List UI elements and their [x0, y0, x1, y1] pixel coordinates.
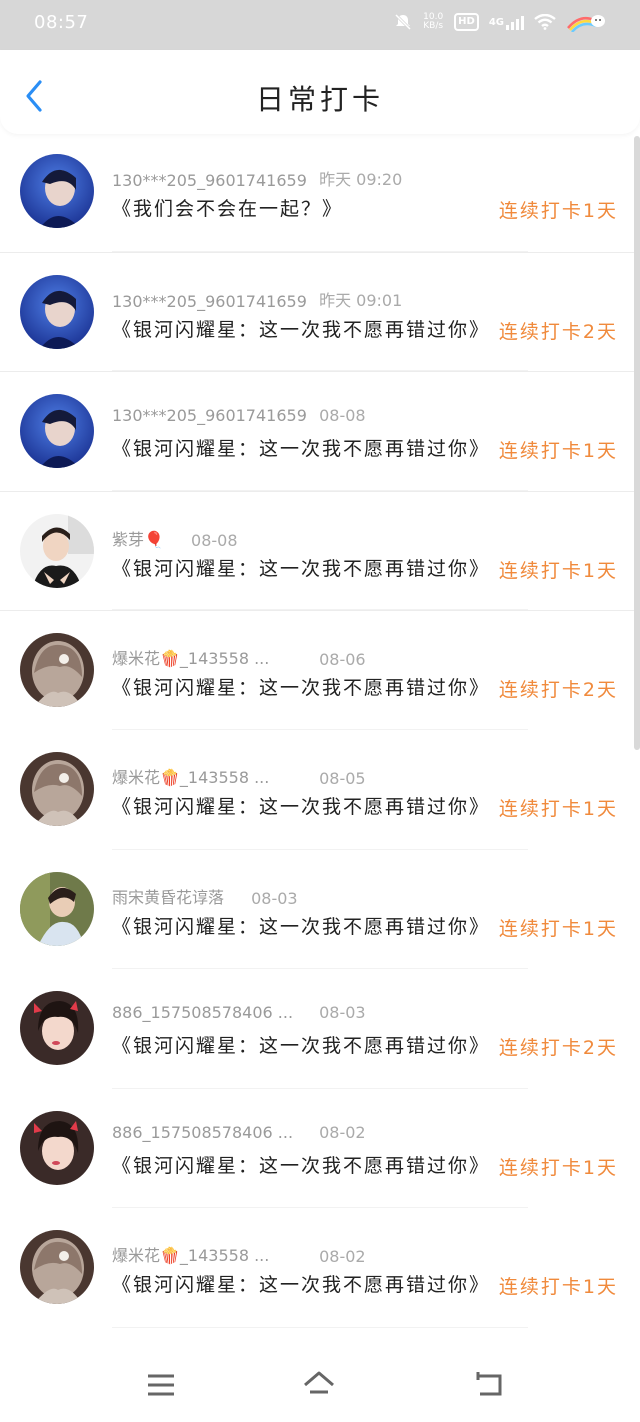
user-name: 886_157508578406 ...	[112, 1003, 294, 1023]
streak-label: 连续打卡1天	[498, 797, 618, 820]
header: 日常打卡	[0, 50, 640, 134]
avatar[interactable]	[20, 513, 94, 588]
meta: 130***205_9601741659 昨天 09:20	[112, 166, 402, 190]
user-name: 886_157508578406 ...	[112, 1122, 294, 1142]
book-title: 《银河闪耀星：这一次我不愿再错过你》	[112, 557, 491, 580]
book-title: 《银河闪耀星：这一次我不愿再错过你》	[112, 795, 491, 818]
list-item[interactable]: 爆米花🍿_143558 ... 08-05 《银河闪耀星：这一次我不愿再错过你》…	[0, 730, 640, 850]
streak-label: 连续打卡2天	[498, 679, 618, 702]
streak-label: 连续打卡2天	[498, 1037, 618, 1060]
checkin-time: 08-06	[319, 650, 366, 670]
checkin-time: 08-05	[319, 768, 366, 788]
checkin-list: 130***205_9601741659 昨天 09:20 《我们会不会在一起？…	[0, 132, 640, 1328]
battery-rainbow-icon	[566, 12, 606, 32]
mute-bell-icon	[394, 13, 412, 31]
checkin-time: 08-02	[319, 1122, 366, 1142]
return-icon	[476, 1372, 502, 1396]
divider	[112, 1326, 528, 1328]
user-name: 130***205_9601741659	[112, 171, 307, 190]
menu-icon	[148, 1374, 174, 1396]
avatar[interactable]	[20, 274, 94, 349]
checkin-time: 昨天 09:20	[319, 170, 403, 189]
book-title: 《银河闪耀星：这一次我不愿再错过你》	[112, 915, 491, 938]
status-time: 08:57	[34, 12, 89, 33]
meta: 886_157508578406 ... 08-03	[112, 1003, 366, 1022]
user-name: 130***205_9601741659	[112, 291, 307, 311]
list-item[interactable]: 886_157508578406 ... 08-02 《银河闪耀星：这一次我不愿…	[0, 1089, 640, 1209]
streak-label: 连续打卡1天	[498, 1276, 618, 1299]
hd-badge: HD	[454, 13, 479, 31]
list-item[interactable]: 130***205_9601741659 昨天 09:20 《我们会不会在一起？…	[0, 132, 640, 252]
signal-icon: 4G	[489, 14, 524, 30]
user-name: 130***205_9601741659	[112, 406, 307, 426]
checkin-time: 08-08	[191, 530, 238, 550]
list-item[interactable]: 爆米花🍿_143558 ... 08-06 《银河闪耀星：这一次我不愿再错过你》…	[0, 610, 640, 730]
user-name: 爆米花🍿_143558 ...	[112, 1246, 270, 1266]
user-name: 爆米花🍿_143558 ...	[112, 649, 270, 669]
meta: 雨宋黄昏花谆落 08-03	[112, 884, 298, 908]
streak-label: 连续打卡1天	[498, 440, 618, 463]
book-title: 《银河闪耀星：这一次我不愿再错过你》	[112, 1035, 491, 1058]
checkin-time: 08-08	[319, 406, 366, 426]
streak-label: 连续打卡1天	[498, 917, 618, 940]
book-title: 《银河闪耀星：这一次我不愿再错过你》	[112, 1154, 491, 1177]
scrollbar[interactable]	[634, 136, 640, 750]
avatar[interactable]	[20, 751, 94, 826]
book-title: 《银河闪耀星：这一次我不愿再错过你》	[112, 677, 491, 700]
status-bar: 08:57 10.0 KB/s HD 4G	[0, 0, 640, 50]
meta: 爆米花🍿_143558 ... 08-02	[112, 1242, 366, 1266]
book-title: 《银河闪耀星：这一次我不愿再错过你》	[112, 318, 491, 341]
meta: 130***205_9601741659 08-08	[112, 406, 366, 425]
avatar[interactable]	[20, 871, 94, 946]
avatar[interactable]	[20, 1230, 94, 1305]
list-item[interactable]: 130***205_9601741659 昨天 09:01 《银河闪耀星：这一次…	[0, 251, 640, 372]
user-name: 紫芽🎈	[112, 529, 164, 549]
streak-label: 连续打卡1天	[498, 200, 618, 222]
book-title: 《银河闪耀星：这一次我不愿再错过你》	[112, 1274, 491, 1297]
checkin-time: 08-03	[319, 1003, 366, 1023]
system-nav-bar	[0, 1342, 640, 1422]
meta: 130***205_9601741659 昨天 09:01	[112, 287, 402, 311]
net-speed: 10.0 KB/s	[423, 12, 444, 31]
avatar[interactable]	[20, 633, 94, 708]
avatar[interactable]	[20, 1110, 94, 1185]
avatar[interactable]	[20, 154, 94, 228]
streak-label: 连续打卡2天	[498, 320, 618, 343]
list-item[interactable]: 886_157508578406 ... 08-03 《银河闪耀星：这一次我不愿…	[0, 969, 640, 1089]
list-item[interactable]: 紫芽🎈 08-08 《银河闪耀星：这一次我不愿再错过你》 连续打卡1天	[0, 490, 640, 611]
avatar[interactable]	[20, 394, 94, 469]
back-nav-button[interactable]	[472, 1368, 506, 1402]
book-title: 《银河闪耀星：这一次我不愿再错过你》	[112, 438, 491, 461]
wifi-icon	[534, 14, 556, 30]
streak-label: 连续打卡1天	[498, 559, 618, 582]
streak-label: 连续打卡1天	[498, 1156, 618, 1179]
home-icon	[304, 1371, 334, 1394]
list-item[interactable]: 雨宋黄昏花谆落 08-03 《银河闪耀星：这一次我不愿再错过你》 连续打卡1天	[0, 850, 640, 970]
checkin-time: 08-02	[319, 1247, 366, 1267]
user-name: 爆米花🍿_143558 ...	[112, 767, 270, 787]
meta: 886_157508578406 ... 08-02	[112, 1123, 366, 1142]
menu-button[interactable]	[144, 1368, 178, 1402]
network-label: 4G	[488, 16, 504, 28]
meta: 爆米花🍿_143558 ... 08-06	[112, 645, 366, 669]
checkin-time: 昨天 09:01	[319, 290, 403, 310]
book-title: 《我们会不会在一起？》	[112, 198, 344, 220]
meta: 紫芽🎈 08-08	[112, 526, 238, 550]
avatar[interactable]	[20, 991, 94, 1066]
meta: 爆米花🍿_143558 ... 08-05	[112, 764, 366, 788]
page-title: 日常打卡	[255, 83, 384, 116]
checkin-time: 08-03	[251, 888, 298, 908]
list-item[interactable]: 爆米花🍿_143558 ... 08-02 《银河闪耀星：这一次我不愿再错过你》…	[0, 1208, 640, 1328]
status-icons: 10.0 KB/s HD 4G	[394, 12, 606, 32]
user-name: 雨宋黄昏花谆落	[112, 887, 225, 907]
home-button[interactable]	[302, 1368, 336, 1402]
list-item[interactable]: 130***205_9601741659 08-08 《银河闪耀星：这一次我不愿…	[0, 371, 640, 491]
